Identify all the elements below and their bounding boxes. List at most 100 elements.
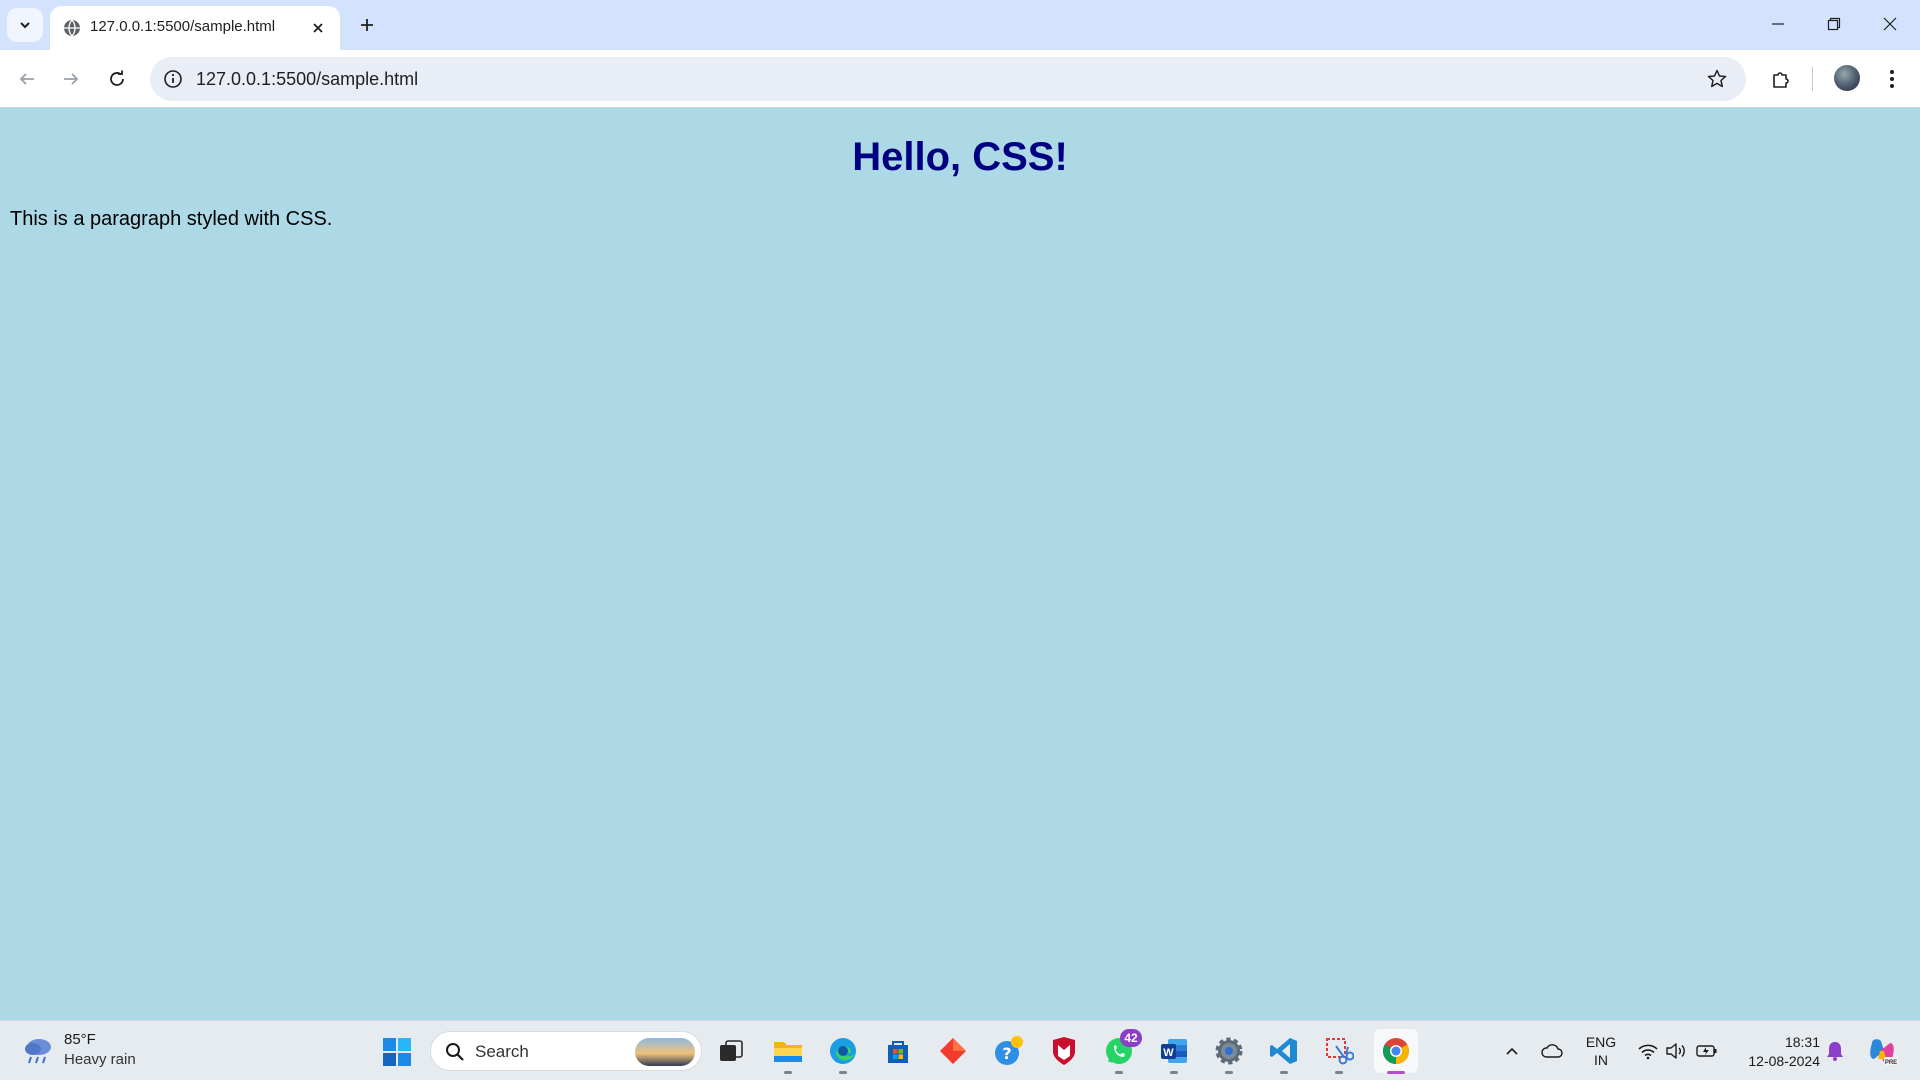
help-button[interactable]: ? — [990, 1033, 1028, 1069]
arrow-right-icon — [64, 73, 79, 85]
copilot-button[interactable]: PRE — [1866, 1035, 1898, 1067]
onedrive-button[interactable] — [1540, 1039, 1564, 1063]
globe-icon — [64, 19, 80, 37]
edge-icon — [830, 1038, 856, 1064]
bookmark-star-icon[interactable] — [1706, 68, 1728, 90]
svg-text:PRE: PRE — [1885, 1060, 1897, 1066]
restore-button[interactable] — [1806, 0, 1862, 48]
mcafee-icon — [1053, 1037, 1075, 1065]
browser-tab[interactable]: 127.0.0.1:5500/sample.html — [50, 6, 340, 50]
chevron-up-icon — [1506, 1047, 1518, 1055]
puzzle-icon — [1773, 72, 1789, 88]
chevron-down-icon — [20, 22, 30, 29]
language-code: ENG — [1585, 1034, 1617, 1050]
settings-icon — [1215, 1037, 1243, 1065]
close-window-button[interactable] — [1862, 0, 1918, 48]
snipping-tool-icon — [1326, 1038, 1354, 1065]
minimize-icon — [1772, 23, 1784, 25]
clock-time: 18:31 — [1784, 1034, 1820, 1050]
file-explorer-button[interactable] — [769, 1033, 807, 1074]
more-vertical-icon — [1890, 70, 1894, 88]
help-icon: ? — [995, 1036, 1023, 1065]
close-icon — [1883, 17, 1897, 31]
taskbar: 85°F Heavy rain Search ? 42 W ENG IN 18:… — [0, 1020, 1920, 1080]
plus-icon — [361, 19, 373, 31]
forward-button[interactable] — [55, 63, 87, 95]
file-explorer-icon — [774, 1042, 802, 1062]
red-diamond-app-icon — [940, 1038, 966, 1064]
search-placeholder: Search — [475, 1042, 529, 1061]
word-icon: W — [1161, 1039, 1187, 1063]
restore-icon — [1827, 17, 1841, 31]
running-indicator — [1225, 1071, 1233, 1074]
red-diamond-app-button[interactable] — [934, 1033, 972, 1069]
notification-badge: 42 — [1120, 1029, 1142, 1047]
browser-menu-button[interactable] — [1876, 63, 1908, 95]
microsoft-store-button[interactable] — [879, 1033, 917, 1069]
vscode-icon — [1270, 1038, 1297, 1064]
battery-button[interactable] — [1695, 1039, 1719, 1063]
network-button[interactable] — [1636, 1039, 1660, 1063]
profile-avatar[interactable] — [1834, 65, 1860, 91]
running-indicator — [1115, 1071, 1123, 1074]
page-paragraph: This is a paragraph styled with CSS. — [10, 208, 333, 230]
language-region: IN — [1594, 1052, 1608, 1068]
reload-icon — [110, 70, 124, 86]
page-heading: Hello, CSS! — [852, 135, 1068, 179]
taskbar-clock[interactable]: 18:31 12-08-2024 — [1730, 1033, 1820, 1071]
microsoft-store-icon — [888, 1041, 908, 1063]
mcafee-button[interactable] — [1045, 1033, 1083, 1069]
tab-close-button[interactable] — [306, 16, 330, 40]
running-indicator — [839, 1071, 847, 1074]
edge-button[interactable] — [824, 1033, 862, 1074]
extensions-button[interactable] — [1765, 63, 1797, 95]
svg-text:?: ? — [1002, 1044, 1011, 1063]
wifi-icon — [1638, 1044, 1658, 1060]
weather-condition: Heavy rain — [64, 1051, 136, 1068]
chrome-button[interactable] — [1374, 1029, 1418, 1074]
arrow-left-icon — [19, 73, 34, 85]
address-bar[interactable]: 127.0.0.1:5500/sample.html — [150, 57, 1746, 101]
vscode-button[interactable] — [1265, 1033, 1303, 1074]
site-info-icon[interactable] — [162, 68, 184, 90]
tab-search-button[interactable] — [7, 8, 43, 42]
running-indicator — [1335, 1071, 1343, 1074]
whatsapp-button[interactable]: 42 — [1100, 1029, 1142, 1074]
reload-button[interactable] — [101, 63, 133, 95]
toolbar-separator — [1812, 67, 1813, 91]
url-text[interactable]: 127.0.0.1:5500/sample.html — [196, 69, 418, 90]
task-view-button[interactable] — [712, 1033, 750, 1069]
show-hidden-icons-button[interactable] — [1500, 1039, 1524, 1063]
copilot-icon: PRE — [1870, 1039, 1898, 1066]
task-view-icon — [720, 1040, 743, 1061]
input-language-indicator[interactable]: ENG IN — [1582, 1033, 1620, 1069]
tab-strip: 127.0.0.1:5500/sample.html — [0, 0, 1920, 50]
cloud-rain-icon — [25, 1039, 51, 1064]
close-icon — [313, 23, 323, 33]
running-indicator — [1170, 1071, 1178, 1074]
search-icon — [446, 1043, 464, 1061]
settings-button[interactable] — [1210, 1033, 1248, 1074]
web-page: Hello, CSS! This is a paragraph styled w… — [0, 109, 1920, 1020]
back-button[interactable] — [11, 63, 43, 95]
volume-button[interactable] — [1664, 1039, 1688, 1063]
windows-start-icon[interactable] — [381, 1036, 413, 1068]
taskbar-search[interactable]: Search — [430, 1031, 702, 1071]
battery-charging-icon — [1696, 1045, 1717, 1057]
bell-icon — [1827, 1042, 1843, 1061]
minimize-button[interactable] — [1750, 0, 1806, 48]
new-tab-button[interactable] — [352, 10, 382, 40]
running-indicator — [1387, 1071, 1405, 1074]
notifications-button[interactable] — [1823, 1039, 1847, 1063]
svg-text:W: W — [1163, 1047, 1174, 1059]
tab-title: 127.0.0.1:5500/sample.html — [90, 18, 276, 35]
word-button[interactable]: W — [1155, 1033, 1193, 1074]
browser-toolbar: 127.0.0.1:5500/sample.html — [0, 50, 1920, 108]
search-highlight-image — [635, 1038, 695, 1066]
chrome-icon — [1382, 1038, 1410, 1065]
running-indicator — [1280, 1071, 1288, 1074]
snipping-tool-button[interactable] — [1320, 1033, 1358, 1074]
clock-date: 12-08-2024 — [1748, 1053, 1820, 1069]
running-indicator — [784, 1071, 792, 1074]
speaker-icon — [1666, 1043, 1685, 1059]
